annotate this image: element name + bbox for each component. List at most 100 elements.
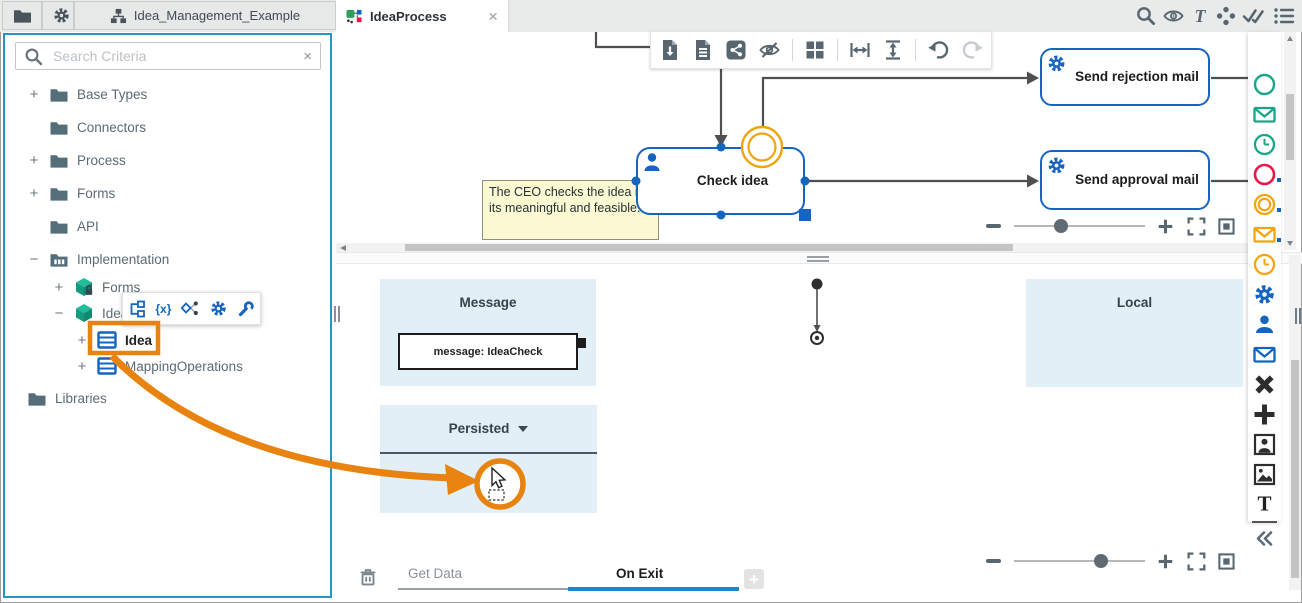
gear-icon[interactable] <box>209 299 228 318</box>
message-handle[interactable] <box>576 338 586 348</box>
actor-image-icon[interactable] <box>1252 432 1277 457</box>
zoom-out-button[interactable] <box>986 224 1001 228</box>
overview-icon[interactable] <box>1217 552 1236 571</box>
service-task-icon[interactable] <box>1252 282 1277 307</box>
chevron-down-icon[interactable] <box>518 425 529 432</box>
match-width-icon[interactable] <box>849 39 871 61</box>
sidebar-splitter-handle[interactable] <box>334 306 336 322</box>
vertical-scrollbar-bottom[interactable] <box>1289 255 1301 590</box>
tree-item-label: MappingOperations <box>125 358 243 374</box>
image-icon[interactable] <box>1252 462 1277 487</box>
exclusive-gateway-icon[interactable] <box>1252 372 1277 397</box>
eye-icon[interactable] <box>1162 5 1185 27</box>
expander-icon[interactable]: − <box>52 306 66 321</box>
palette-splitter-handle[interactable] <box>1295 308 1297 324</box>
timer-intermediate-event-icon[interactable] <box>1252 252 1277 277</box>
expander-icon[interactable]: + <box>27 153 41 168</box>
group-persisted[interactable]: Persisted <box>380 405 597 513</box>
undo-icon[interactable] <box>927 39 950 61</box>
text-icon[interactable]: T <box>1252 491 1277 516</box>
share-icon[interactable] <box>725 39 747 61</box>
redo-icon[interactable] <box>961 39 984 61</box>
tree-item-base-types[interactable]: + Base Types <box>27 81 148 107</box>
delete-icon[interactable] <box>357 567 379 589</box>
tab-get-data[interactable]: Get Data <box>398 560 568 588</box>
overview-icon[interactable] <box>1217 217 1236 236</box>
grid-layout-icon[interactable] <box>804 39 826 61</box>
zoom-in-button[interactable] <box>1157 553 1174 570</box>
scroll-up-icon[interactable] <box>1287 36 1293 41</box>
fullscreen-icon[interactable] <box>1186 551 1207 572</box>
lifeline[interactable] <box>810 278 824 345</box>
tree-item-implementation[interactable]: − Implementation <box>27 246 170 272</box>
search-box[interactable]: × <box>15 42 321 70</box>
hide-icon[interactable] <box>758 39 781 61</box>
fullscreen-icon[interactable] <box>1186 216 1207 237</box>
text-tool-icon[interactable]: T <box>1190 5 1210 27</box>
message-intermediate-event-icon[interactable] <box>1252 222 1277 247</box>
tree-item-libraries[interactable]: Libraries <box>27 385 107 411</box>
match-height-icon[interactable] <box>882 39 904 61</box>
horizontal-scrollbar[interactable] <box>336 243 1248 252</box>
sidebar-splitter-handle[interactable] <box>338 306 340 322</box>
user-task-icon[interactable] <box>1252 312 1277 337</box>
search-icon[interactable] <box>1135 5 1157 27</box>
expander-icon[interactable]: + <box>75 359 89 374</box>
structure-icon[interactable] <box>128 300 146 318</box>
tab-ideaprocess[interactable]: IdeaProcess × <box>336 0 509 32</box>
document-icon[interactable] <box>692 39 714 61</box>
group-local[interactable]: Local <box>1026 279 1243 387</box>
export-document-icon[interactable] <box>659 39 681 61</box>
timer-start-event-icon[interactable] <box>1252 132 1277 157</box>
vertical-scrollbar-top[interactable] <box>1284 32 1296 250</box>
validate-icon[interactable] <box>1242 5 1267 27</box>
end-event-icon[interactable] <box>1252 162 1277 187</box>
expander-icon[interactable]: + <box>75 333 89 348</box>
add-tab-button[interactable]: + <box>744 569 764 589</box>
project-tab[interactable]: Idea_Management_Example <box>74 1 336 30</box>
start-event-icon[interactable] <box>1252 72 1277 97</box>
list-icon[interactable] <box>1272 5 1296 27</box>
zoom-slider-knob[interactable] <box>1053 219 1068 233</box>
message-task-icon[interactable] <box>1252 342 1277 367</box>
zoom-out-button[interactable] <box>986 559 1001 563</box>
scroll-left-icon[interactable] <box>340 244 346 251</box>
expander-icon[interactable]: + <box>27 186 41 201</box>
tab-on-exit[interactable]: On Exit <box>568 560 739 588</box>
intermediate-event-icon[interactable] <box>1252 192 1277 217</box>
scrollbar-thumb[interactable] <box>1286 94 1294 160</box>
tab-close-icon[interactable]: × <box>488 8 498 25</box>
settings-tab[interactable] <box>42 1 74 30</box>
scrollbar-thumb[interactable] <box>1291 360 1299 578</box>
scrollbar-thumb[interactable] <box>405 244 1013 251</box>
scroll-down-icon[interactable] <box>1287 241 1293 246</box>
expander-icon[interactable]: − <box>27 252 41 267</box>
collapse-palette-icon[interactable] <box>1252 526 1277 551</box>
tree-item-process[interactable]: + Process <box>27 147 126 173</box>
zoom-slider[interactable] <box>1013 219 1146 233</box>
expression-icon[interactable]: {x} <box>155 302 171 316</box>
folder-tab[interactable] <box>2 1 42 30</box>
tree-item-mappingoperations[interactable]: + MappingOperations <box>75 353 243 379</box>
message-start-event-icon[interactable] <box>1252 102 1277 127</box>
tree-item-connectors[interactable]: Connectors <box>27 114 146 140</box>
clear-search-icon[interactable]: × <box>303 48 312 65</box>
tree-item-api[interactable]: API <box>27 213 99 239</box>
tree-item-forms[interactable]: + Forms <box>27 180 116 206</box>
zoom-slider-knob[interactable] <box>1093 554 1108 568</box>
zoom-slider[interactable] <box>1013 554 1146 568</box>
message-declaration[interactable]: message: IdeaCheck <box>398 333 578 370</box>
expander-icon[interactable]: + <box>52 280 66 295</box>
zoom-in-button[interactable] <box>1157 218 1174 235</box>
parallel-gateway-icon[interactable] <box>1252 402 1277 427</box>
tree-item-idea-module[interactable]: − Idea <box>52 300 128 326</box>
tree-item-idea-entity[interactable]: + Idea <box>75 327 152 353</box>
expander-icon[interactable]: + <box>27 87 41 102</box>
search-input[interactable] <box>51 47 296 65</box>
annotation-note[interactable]: The CEO checks the idea if its meaningfu… <box>482 180 659 240</box>
mapping-icon[interactable] <box>181 300 199 317</box>
cluster-icon[interactable] <box>1215 5 1237 27</box>
palette-splitter-handle[interactable] <box>1299 308 1301 324</box>
panel-splitter[interactable] <box>336 252 1302 264</box>
wrench-icon[interactable] <box>237 300 255 318</box>
